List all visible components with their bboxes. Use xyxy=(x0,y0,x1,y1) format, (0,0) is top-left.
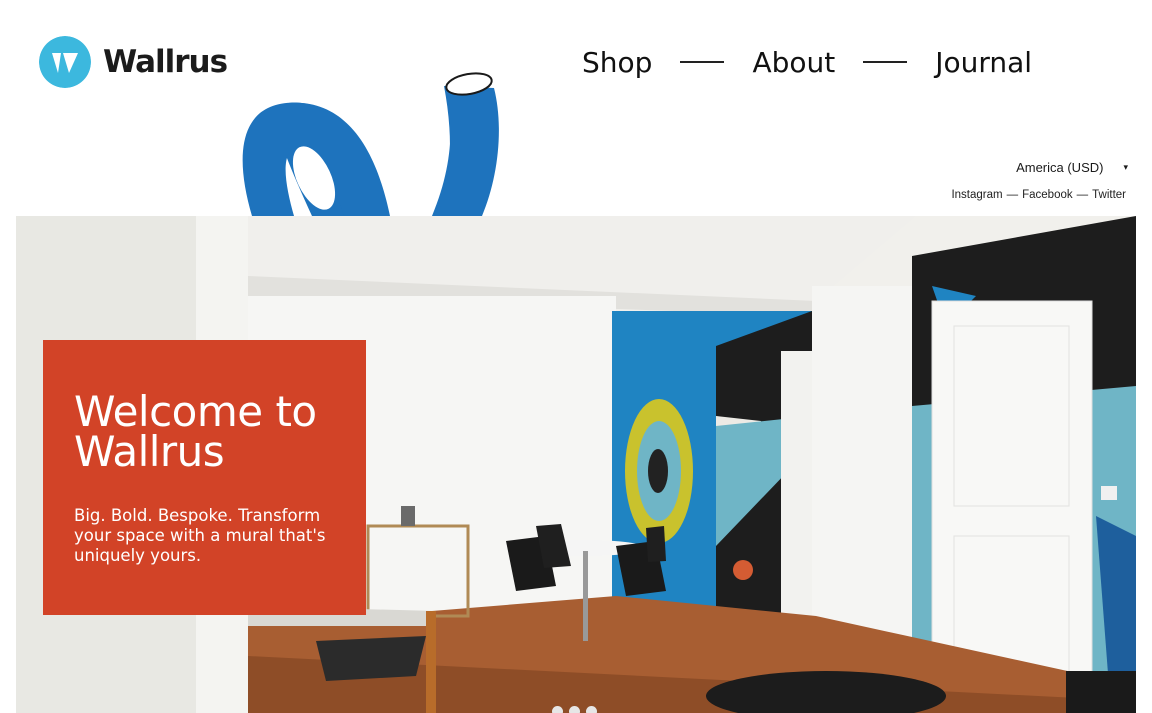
twitter-link[interactable]: Twitter xyxy=(1092,189,1126,201)
nav-divider xyxy=(680,61,725,63)
social-separator: — xyxy=(1006,189,1019,201)
brand-logo[interactable]: Wallrus xyxy=(39,36,228,88)
social-links: Instagram — Facebook — Twitter xyxy=(951,189,1126,201)
carousel-dots xyxy=(552,706,597,713)
nav-divider xyxy=(863,61,908,63)
welcome-panel: Welcome to Wallrus Big. Bold. Bespoke. T… xyxy=(43,340,366,615)
decorative-swirl xyxy=(242,72,499,216)
social-separator: — xyxy=(1076,189,1089,201)
nav-journal-link[interactable]: Journal xyxy=(923,46,1044,79)
currency-value: America (USD) xyxy=(1016,160,1104,175)
hero-title: Welcome to Wallrus xyxy=(74,391,336,473)
instagram-link[interactable]: Instagram xyxy=(951,189,1002,201)
hero-tagline: Big. Bold. Bespoke. Transform your space… xyxy=(74,506,326,565)
facebook-link[interactable]: Facebook xyxy=(1022,189,1073,201)
brand-name: Wallrus xyxy=(103,44,228,80)
hero-title-line2: Wallrus xyxy=(74,427,225,476)
main-nav: Shop About Journal xyxy=(570,40,1044,84)
nav-about-link[interactable]: About xyxy=(740,46,847,79)
nav-shop-link[interactable]: Shop xyxy=(570,46,664,79)
carousel-dot[interactable] xyxy=(586,706,597,713)
currency-selector[interactable]: America (USD) ▾ xyxy=(1016,160,1128,175)
wallrus-logo-icon xyxy=(39,36,91,88)
carousel-dot[interactable] xyxy=(552,706,563,713)
caret-down-icon: ▾ xyxy=(1123,162,1128,172)
carousel-dot[interactable] xyxy=(569,706,580,713)
